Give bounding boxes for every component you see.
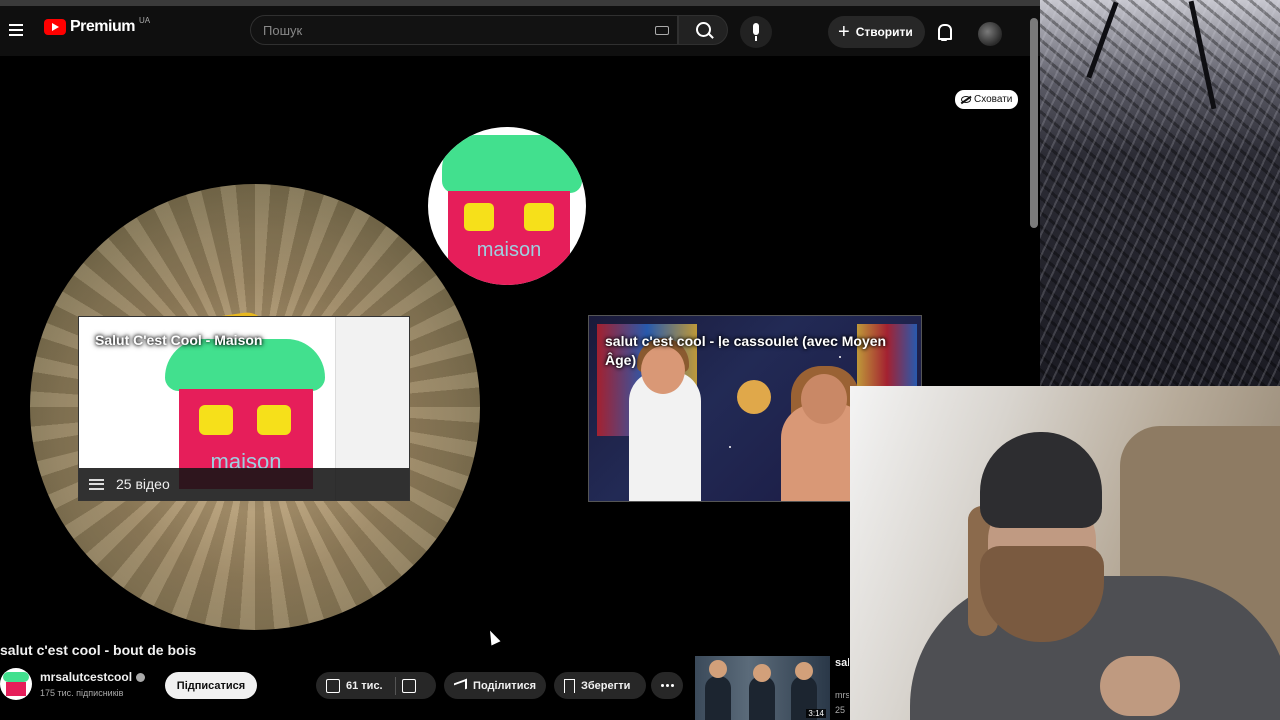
end-screen-channel-logo[interactable]: maison (428, 127, 586, 285)
youtube-logo[interactable]: Premium UA (44, 15, 151, 36)
end-screen-playlist-card[interactable]: maison Salut C'est Cool - Maison 25 віде… (78, 316, 410, 501)
playlist-title: Salut C'est Cool - Maison (95, 332, 263, 348)
like-count[interactable]: 61 тис. (346, 680, 383, 692)
search-input[interactable] (263, 16, 643, 44)
webcam-overlay (850, 386, 1280, 720)
save-button[interactable]: Зберегти (554, 672, 646, 699)
share-button[interactable]: Поділитися (444, 672, 546, 699)
keyboard-icon[interactable] (655, 26, 669, 35)
recommended-channel: mrs 25 (835, 688, 849, 718)
house-window (524, 203, 554, 231)
thumbnail-bread (737, 380, 771, 414)
thumbnail-person (705, 676, 731, 720)
end-screen-video-title: salut c'est cool - le cassoulet (avec Mo… (605, 333, 887, 368)
verified-icon (136, 672, 146, 682)
create-label: Створити (855, 25, 913, 39)
search-button[interactable] (678, 15, 728, 45)
playlist-icon (89, 478, 104, 490)
recommended-meta-text: 25 (835, 705, 846, 715)
bell-icon[interactable] (936, 24, 952, 41)
search-box (250, 15, 678, 45)
eye-off-icon (961, 96, 971, 103)
share-label: Поділитися (473, 679, 536, 692)
channel-name-text: mrsalutcestcool (40, 670, 133, 684)
thumbnail-head (709, 660, 727, 678)
bookmark-icon (564, 678, 575, 693)
logo-region: UA (138, 15, 151, 25)
house-drawing: maison (448, 191, 570, 285)
thumbnail-head (753, 664, 771, 682)
channel-name[interactable]: mrsalutcestcool (40, 670, 146, 684)
recommended-duration: 3:14 (806, 709, 826, 718)
save-label: Зберегти (581, 679, 631, 692)
house-window (257, 405, 291, 435)
house-roof-drawing (442, 135, 582, 193)
more-actions-button[interactable] (651, 672, 683, 699)
like-dislike-group: 61 тис. (316, 672, 436, 699)
house-window (464, 203, 494, 231)
tree-trunk (1188, 0, 1217, 110)
app-root: Premium UA + Створити Сховати maison Sa (0, 0, 1280, 720)
mouse-cursor-icon (485, 628, 501, 646)
logo-text: Premium (70, 18, 135, 35)
webcam-hand (1100, 656, 1180, 716)
hide-label: Сховати (974, 94, 1013, 105)
thumbnail-head (795, 662, 813, 680)
menu-icon[interactable] (4, 18, 28, 42)
share-icon (454, 678, 468, 693)
star (729, 446, 731, 448)
subscribe-button[interactable]: Підписатися (165, 672, 257, 699)
avatar[interactable] (978, 22, 1002, 46)
like-divider (394, 676, 396, 695)
thumbnail-head-right (801, 374, 847, 424)
subscriber-count: 175 тис. підписників (40, 688, 124, 698)
house-window (199, 405, 233, 435)
recommended-thumbnail[interactable]: 3:14 (695, 656, 830, 720)
thumbnail-person (749, 676, 775, 720)
thumbs-up-icon[interactable] (326, 678, 340, 693)
forest-overlay-video (1040, 0, 1280, 386)
channel-logo-label: maison (476, 239, 542, 261)
create-button[interactable]: + Створити (828, 16, 925, 48)
webcam-beanie (980, 432, 1102, 528)
tree-trunk (1086, 1, 1119, 79)
voice-search-button[interactable] (740, 16, 772, 48)
youtube-play-icon (44, 19, 66, 35)
playlist-count-bar: 25 відео (79, 468, 409, 500)
top-bar: Premium UA + Створити (0, 0, 1040, 56)
recommended-channel-text: mrs (835, 690, 849, 700)
video-title: salut c'est cool - bout de bois (0, 642, 197, 658)
plus-icon: + (838, 21, 850, 43)
recommended-title[interactable]: sal tou (835, 656, 849, 671)
scrollbar[interactable] (1030, 18, 1038, 228)
hide-end-screen-button[interactable]: Сховати (955, 90, 1019, 109)
channel-avatar[interactable] (0, 668, 32, 700)
playlist-count: 25 відео (116, 476, 170, 492)
thumbs-down-icon[interactable] (401, 678, 416, 693)
